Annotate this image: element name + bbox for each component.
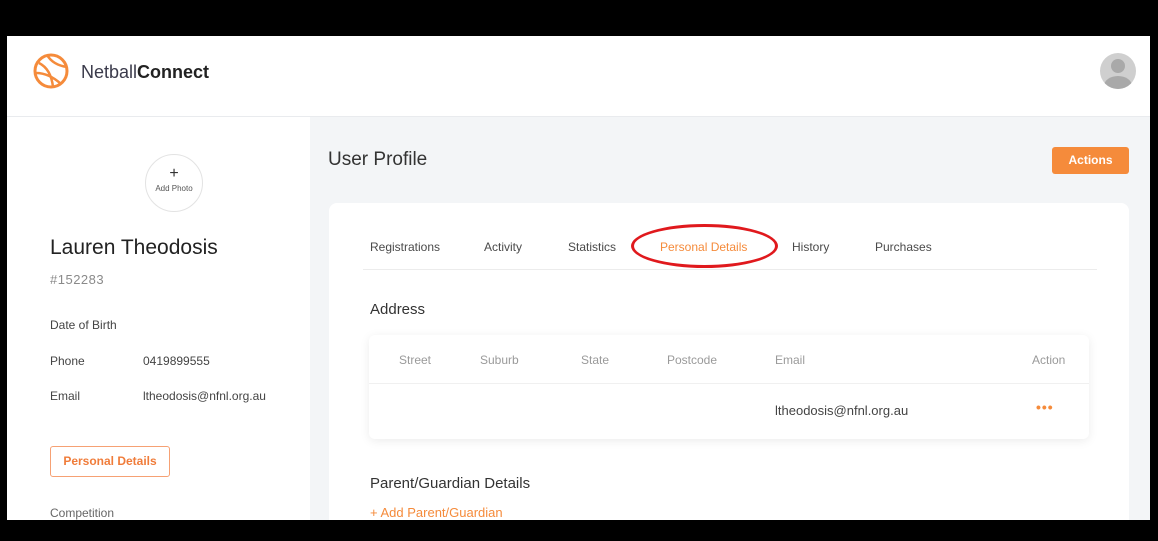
add-photo-label: Add Photo: [155, 184, 193, 193]
column-header-action: Action: [1032, 353, 1066, 367]
page-title: User Profile: [328, 149, 428, 170]
address-title: Address: [370, 301, 426, 318]
add-photo-button[interactable]: + Add Photo: [145, 154, 203, 212]
avatar-body-icon: [1104, 76, 1132, 89]
user-avatar[interactable]: [1100, 53, 1136, 89]
tab-history[interactable]: History: [792, 240, 829, 254]
actions-button[interactable]: Actions: [1052, 147, 1129, 174]
top-header: NetballConnect: [7, 36, 1150, 117]
phone-label: Phone: [50, 354, 85, 368]
tab-purchases[interactable]: Purchases: [875, 240, 932, 254]
plus-icon: +: [169, 165, 179, 182]
column-header-street: Street: [399, 353, 432, 367]
competition-label: Competition: [50, 506, 115, 520]
table-cell-email: ltheodosis@nfnl.org.au: [775, 403, 909, 418]
highlight-circle: [631, 224, 778, 268]
add-parent-guardian-link[interactable]: + Add Parent/Guardian: [370, 505, 503, 520]
tabs-divider: [363, 269, 1097, 270]
parent-guardian-title: Parent/Guardian Details: [370, 475, 531, 492]
tab-statistics[interactable]: Statistics: [568, 240, 616, 254]
brand-name: NetballConnect: [81, 62, 210, 82]
app-window: NetballConnect + Add Photo Lauren Theodo…: [7, 36, 1150, 520]
column-header-state: State: [581, 353, 610, 367]
column-header-suburb: Suburb: [480, 353, 519, 367]
email-value: ltheodosis@nfnl.org.au: [143, 389, 266, 403]
column-header-email: Email: [775, 353, 806, 367]
email-label: Email: [50, 389, 81, 403]
user-name: Lauren Theodosis: [50, 236, 218, 259]
personal-details-button[interactable]: Personal Details: [50, 446, 170, 477]
netball-logo-icon[interactable]: [33, 53, 69, 89]
tab-registrations[interactable]: Registrations: [370, 240, 440, 254]
avatar-head-icon: [1111, 59, 1125, 73]
address-table: Street Suburb State Postcode Email Actio…: [369, 335, 1089, 439]
more-actions-icon[interactable]: •••: [1036, 399, 1054, 415]
dob-label: Date of Birth: [50, 318, 117, 332]
user-id: #152283: [50, 272, 105, 287]
table-divider: [369, 383, 1089, 384]
phone-value: 0419899555: [143, 354, 210, 368]
column-header-postcode: Postcode: [667, 353, 718, 367]
profile-card: Registrations Activity Statistics Person…: [329, 203, 1129, 520]
profile-sidebar: + Add Photo Lauren Theodosis #152283 Dat…: [7, 117, 310, 520]
tab-activity[interactable]: Activity: [484, 240, 522, 254]
